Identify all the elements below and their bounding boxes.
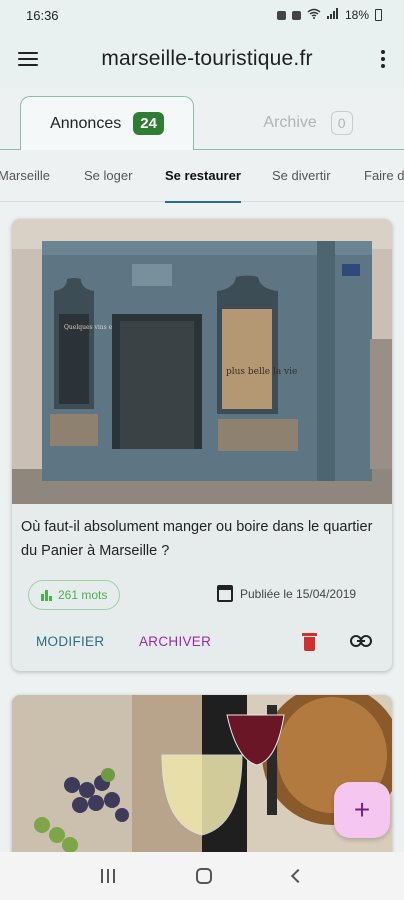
tab-annonces-count: 24 bbox=[133, 112, 164, 135]
app-title: marseille-touristique.fr bbox=[101, 47, 313, 70]
category-tab-se-loger[interactable]: Se loger bbox=[84, 150, 132, 202]
status-bar: 16:36 18% bbox=[0, 0, 404, 30]
edit-button[interactable]: MODIFIER bbox=[36, 634, 104, 649]
tab-annonces[interactable]: Annonces 24 bbox=[20, 96, 194, 150]
category-tab-se-divertir[interactable]: Se divertir bbox=[272, 150, 331, 202]
published-date: Publiée le 15/04/2019 bbox=[217, 585, 356, 602]
app-bar: marseille-touristique.fr bbox=[0, 30, 404, 88]
status-icons: 18% bbox=[276, 8, 382, 22]
signal-icon bbox=[326, 8, 339, 22]
tab-annonces-label: Annonces bbox=[50, 114, 122, 132]
archive-button[interactable]: ARCHIVER bbox=[139, 634, 211, 649]
delete-icon[interactable] bbox=[302, 633, 317, 651]
listing-photo: Quelques vins et délices plus belle la v… bbox=[12, 219, 392, 504]
home-icon[interactable] bbox=[195, 868, 212, 884]
recent-apps-icon[interactable] bbox=[100, 869, 115, 883]
status-time: 16:36 bbox=[26, 7, 59, 23]
word-count-badge: 261 mots bbox=[28, 580, 121, 610]
published-text: Publiée le 15/04/2019 bbox=[240, 586, 357, 601]
tab-archive-label: Archive bbox=[263, 114, 317, 131]
more-options-icon[interactable] bbox=[376, 50, 390, 68]
notification-icon bbox=[276, 10, 286, 20]
category-tab-marseille[interactable]: Marseille bbox=[0, 150, 50, 202]
category-tab-se-restaurer[interactable]: Se restaurer bbox=[165, 150, 241, 203]
menu-icon[interactable] bbox=[18, 52, 38, 66]
back-icon[interactable] bbox=[291, 868, 306, 884]
photo-sign-right: plus belle la vie bbox=[226, 367, 297, 377]
listing-title: Où faut-il absolument manger ou boire da… bbox=[21, 519, 373, 559]
link-icon[interactable] bbox=[350, 634, 372, 652]
battery-icon bbox=[375, 9, 382, 21]
category-tab-faire[interactable]: Faire d bbox=[364, 150, 404, 202]
category-tabs: Marseille Se loger Se restaurer Se diver… bbox=[0, 150, 404, 203]
battery-percent: 18% bbox=[344, 8, 369, 22]
card-actions: MODIFIER ARCHIVER bbox=[12, 624, 392, 664]
alarm-icon bbox=[291, 10, 301, 20]
system-nav-bar bbox=[0, 852, 404, 900]
wifi-icon bbox=[307, 8, 321, 22]
add-listing-button[interactable]: + bbox=[334, 782, 390, 838]
listing-card[interactable]: Quelques vins et délices plus belle la v… bbox=[12, 219, 392, 671]
listing-tabs: Annonces 24 Archive 0 bbox=[0, 88, 404, 150]
calendar-icon bbox=[217, 585, 233, 602]
word-count: 261 mots bbox=[58, 588, 108, 602]
bar-chart-icon bbox=[41, 589, 52, 601]
tab-archive-count: 0 bbox=[330, 111, 353, 135]
tab-archive[interactable]: Archive 0 bbox=[218, 96, 398, 150]
